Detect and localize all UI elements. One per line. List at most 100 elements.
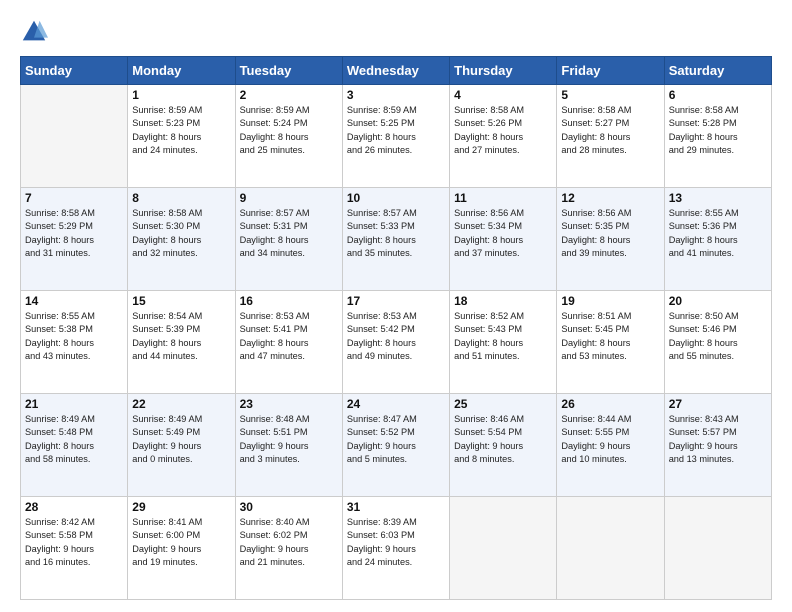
- calendar-cell: 15 Sunrise: 8:54 AMSunset: 5:39 PMDayligh…: [128, 291, 235, 394]
- calendar-week-row: 7 Sunrise: 8:58 AMSunset: 5:29 PMDaylight…: [21, 188, 772, 291]
- calendar-cell: 12 Sunrise: 8:56 AMSunset: 5:35 PMDayligh…: [557, 188, 664, 291]
- day-info: Sunrise: 8:57 AMSunset: 5:31 PMDaylight:…: [240, 207, 338, 260]
- day-info: Sunrise: 8:51 AMSunset: 5:45 PMDaylight:…: [561, 310, 659, 363]
- day-number: 5: [561, 88, 659, 102]
- day-number: 20: [669, 294, 767, 308]
- day-number: 23: [240, 397, 338, 411]
- day-number: 19: [561, 294, 659, 308]
- calendar-cell: 1Sunrise: 8:59 AMSunset: 5:23 PMDaylight…: [128, 85, 235, 188]
- day-info: Sunrise: 8:39 AMSunset: 6:03 PMDaylight:…: [347, 516, 445, 569]
- calendar-cell: 24Sunrise: 8:47 AMSunset: 5:52 PMDayligh…: [342, 394, 449, 497]
- day-info: Sunrise: 8:59 AMSunset: 5:25 PMDaylight:…: [347, 104, 445, 157]
- day-info: Sunrise: 8:50 AMSunset: 5:46 PMDaylight:…: [669, 310, 767, 363]
- calendar-cell: 8 Sunrise: 8:58 AMSunset: 5:30 PMDaylight…: [128, 188, 235, 291]
- day-number: 4: [454, 88, 552, 102]
- day-info: Sunrise: 8:56 AMSunset: 5:34 PMDaylight:…: [454, 207, 552, 260]
- calendar-day-header: Wednesday: [342, 57, 449, 85]
- day-info: Sunrise: 8:53 AMSunset: 5:42 PMDaylight:…: [347, 310, 445, 363]
- calendar-day-header: Friday: [557, 57, 664, 85]
- logo: [20, 18, 52, 46]
- calendar-cell: 31 Sunrise: 8:39 AMSunset: 6:03 PMDayligh…: [342, 497, 449, 600]
- calendar-cell: 26 Sunrise: 8:44 AMSunset: 5:55 PMDayligh…: [557, 394, 664, 497]
- day-number: 3: [347, 88, 445, 102]
- day-number: 1: [132, 88, 230, 102]
- calendar-day-header: Thursday: [450, 57, 557, 85]
- calendar-cell: 11 Sunrise: 8:56 AMSunset: 5:34 PMDayligh…: [450, 188, 557, 291]
- day-number: 9: [240, 191, 338, 205]
- header: [20, 18, 772, 46]
- calendar-cell: [21, 85, 128, 188]
- calendar-cell: [557, 497, 664, 600]
- day-number: 10: [347, 191, 445, 205]
- calendar-cell: 5 Sunrise: 8:58 AMSunset: 5:27 PMDaylight…: [557, 85, 664, 188]
- calendar-cell: 3 Sunrise: 8:59 AMSunset: 5:25 PMDaylight…: [342, 85, 449, 188]
- day-info: Sunrise: 8:57 AMSunset: 5:33 PMDaylight:…: [347, 207, 445, 260]
- calendar-cell: 19 Sunrise: 8:51 AMSunset: 5:45 PMDayligh…: [557, 291, 664, 394]
- day-info: Sunrise: 8:44 AMSunset: 5:55 PMDaylight:…: [561, 413, 659, 466]
- day-number: 31: [347, 500, 445, 514]
- calendar-cell: 28Sunrise: 8:42 AMSunset: 5:58 PMDayligh…: [21, 497, 128, 600]
- day-number: 28: [25, 500, 123, 514]
- day-number: 11: [454, 191, 552, 205]
- day-info: Sunrise: 8:48 AMSunset: 5:51 PMDaylight:…: [240, 413, 338, 466]
- day-number: 12: [561, 191, 659, 205]
- day-info: Sunrise: 8:58 AMSunset: 5:30 PMDaylight:…: [132, 207, 230, 260]
- day-info: Sunrise: 8:40 AMSunset: 6:02 PMDaylight:…: [240, 516, 338, 569]
- calendar-cell: 22 Sunrise: 8:49 AMSunset: 5:49 PMDayligh…: [128, 394, 235, 497]
- day-number: 16: [240, 294, 338, 308]
- calendar-cell: 29 Sunrise: 8:41 AMSunset: 6:00 PMDayligh…: [128, 497, 235, 600]
- day-number: 13: [669, 191, 767, 205]
- calendar-day-header: Sunday: [21, 57, 128, 85]
- day-info: Sunrise: 8:58 AMSunset: 5:27 PMDaylight:…: [561, 104, 659, 157]
- calendar-cell: 30 Sunrise: 8:40 AMSunset: 6:02 PMDayligh…: [235, 497, 342, 600]
- day-info: Sunrise: 8:55 AMSunset: 5:36 PMDaylight:…: [669, 207, 767, 260]
- day-number: 24: [347, 397, 445, 411]
- day-number: 27: [669, 397, 767, 411]
- day-info: Sunrise: 8:46 AMSunset: 5:54 PMDaylight:…: [454, 413, 552, 466]
- day-number: 17: [347, 294, 445, 308]
- calendar-week-row: 14Sunrise: 8:55 AMSunset: 5:38 PMDayligh…: [21, 291, 772, 394]
- calendar-week-row: 21 Sunrise: 8:49 AMSunset: 5:48 PMDayligh…: [21, 394, 772, 497]
- calendar-cell: 25Sunrise: 8:46 AMSunset: 5:54 PMDayligh…: [450, 394, 557, 497]
- calendar-cell: 4 Sunrise: 8:58 AMSunset: 5:26 PMDaylight…: [450, 85, 557, 188]
- day-number: 8: [132, 191, 230, 205]
- calendar-cell: 13 Sunrise: 8:55 AMSunset: 5:36 PMDayligh…: [664, 188, 771, 291]
- day-number: 7: [25, 191, 123, 205]
- day-info: Sunrise: 8:56 AMSunset: 5:35 PMDaylight:…: [561, 207, 659, 260]
- calendar-cell: 14Sunrise: 8:55 AMSunset: 5:38 PMDayligh…: [21, 291, 128, 394]
- day-info: Sunrise: 8:58 AMSunset: 5:26 PMDaylight:…: [454, 104, 552, 157]
- day-info: Sunrise: 8:49 AMSunset: 5:49 PMDaylight:…: [132, 413, 230, 466]
- calendar-cell: 21 Sunrise: 8:49 AMSunset: 5:48 PMDayligh…: [21, 394, 128, 497]
- day-info: Sunrise: 8:58 AMSunset: 5:29 PMDaylight:…: [25, 207, 123, 260]
- day-number: 15: [132, 294, 230, 308]
- calendar-day-header: Saturday: [664, 57, 771, 85]
- calendar-cell: 17 Sunrise: 8:53 AMSunset: 5:42 PMDayligh…: [342, 291, 449, 394]
- calendar-cell: 18Sunrise: 8:52 AMSunset: 5:43 PMDayligh…: [450, 291, 557, 394]
- calendar-table: SundayMondayTuesdayWednesdayThursdayFrid…: [20, 56, 772, 600]
- day-info: Sunrise: 8:59 AMSunset: 5:24 PMDaylight:…: [240, 104, 338, 157]
- day-info: Sunrise: 8:58 AMSunset: 5:28 PMDaylight:…: [669, 104, 767, 157]
- calendar-cell: 27 Sunrise: 8:43 AMSunset: 5:57 PMDayligh…: [664, 394, 771, 497]
- day-number: 2: [240, 88, 338, 102]
- day-number: 26: [561, 397, 659, 411]
- day-number: 29: [132, 500, 230, 514]
- calendar-cell: 10 Sunrise: 8:57 AMSunset: 5:33 PMDayligh…: [342, 188, 449, 291]
- page: SundayMondayTuesdayWednesdayThursdayFrid…: [0, 0, 792, 612]
- day-number: 22: [132, 397, 230, 411]
- calendar-header-row: SundayMondayTuesdayWednesdayThursdayFrid…: [21, 57, 772, 85]
- day-info: Sunrise: 8:55 AMSunset: 5:38 PMDaylight:…: [25, 310, 123, 363]
- day-info: Sunrise: 8:54 AMSunset: 5:39 PMDaylight:…: [132, 310, 230, 363]
- calendar-week-row: 1Sunrise: 8:59 AMSunset: 5:23 PMDaylight…: [21, 85, 772, 188]
- calendar-cell: 9 Sunrise: 8:57 AMSunset: 5:31 PMDaylight…: [235, 188, 342, 291]
- day-number: 21: [25, 397, 123, 411]
- calendar-cell: 7 Sunrise: 8:58 AMSunset: 5:29 PMDaylight…: [21, 188, 128, 291]
- day-info: Sunrise: 8:53 AMSunset: 5:41 PMDaylight:…: [240, 310, 338, 363]
- calendar-week-row: 28Sunrise: 8:42 AMSunset: 5:58 PMDayligh…: [21, 497, 772, 600]
- calendar-cell: 16 Sunrise: 8:53 AMSunset: 5:41 PMDayligh…: [235, 291, 342, 394]
- calendar-cell: 20 Sunrise: 8:50 AMSunset: 5:46 PMDayligh…: [664, 291, 771, 394]
- calendar-cell: 23 Sunrise: 8:48 AMSunset: 5:51 PMDayligh…: [235, 394, 342, 497]
- day-info: Sunrise: 8:49 AMSunset: 5:48 PMDaylight:…: [25, 413, 123, 466]
- day-info: Sunrise: 8:41 AMSunset: 6:00 PMDaylight:…: [132, 516, 230, 569]
- day-info: Sunrise: 8:43 AMSunset: 5:57 PMDaylight:…: [669, 413, 767, 466]
- day-number: 30: [240, 500, 338, 514]
